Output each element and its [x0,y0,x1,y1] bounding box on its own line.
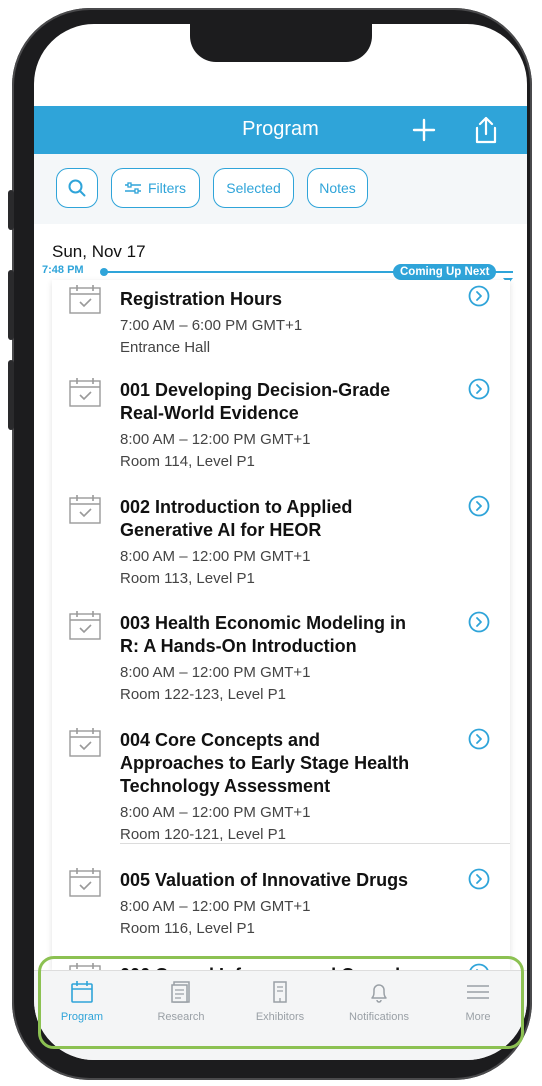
search-icon [68,179,86,197]
open-session-chevron-icon[interactable] [468,378,490,400]
tab-notifications[interactable]: Notifications [339,979,419,1039]
filters-button[interactable]: Filters [111,168,200,208]
session-title-line: Real-World Evidence [120,403,299,423]
session-title-line: 001 Developing Decision-Grade [120,380,391,400]
session-time: 8:00 AM – 12:00 PM GMT+1 [120,664,311,681]
open-session-chevron-icon[interactable] [468,728,490,750]
list-divider [120,843,510,844]
open-session-chevron-icon[interactable] [468,868,490,890]
notes-button[interactable]: Notes [307,168,368,208]
session-title: 004 Core Concepts and Approaches to Early… [120,729,450,798]
session-title-line: 002 Introduction to Applied [120,497,353,517]
session-time: 8:00 AM – 12:00 PM GMT+1 [120,804,311,821]
session-title-line: 005 Valuation of Innovative Drugs [120,870,409,890]
calendar-check-icon[interactable] [69,284,101,314]
filter-toolbar: Filters Selected Notes [34,154,527,224]
calendar-icon [70,979,94,1005]
page-title: Program [242,118,319,140]
session-title: 003 Health Economic Modeling in R: A Hand… [120,612,450,658]
notes-label: Notes [319,180,356,196]
phone-screen: Program Filters Selected Notes Sun, Nov … [34,24,527,1060]
side-button-volume-down [8,360,14,430]
calendar-check-icon[interactable] [69,494,101,524]
tab-label: Program [60,1011,104,1023]
session-title-line: Registration Hours [120,289,283,309]
open-session-chevron-icon[interactable] [468,495,490,517]
booth-icon [271,979,289,1005]
app-header: Program [34,106,527,154]
session-location: Entrance Hall [120,339,211,356]
calendar-check-icon[interactable] [69,867,101,897]
tab-program[interactable]: Program [42,979,122,1039]
side-button-volume-up [8,270,14,340]
bell-icon [368,979,390,1005]
session-location: Room 113, Level P1 [120,570,255,587]
session-location: Room 116, Level P1 [120,920,255,937]
session-location: Room 120-121, Level P1 [120,826,286,843]
selected-button[interactable]: Selected [213,168,294,208]
side-button-mute [8,190,14,230]
tab-more[interactable]: More [438,979,518,1039]
document-icon [170,979,192,1005]
session-title-line: 003 Health Economic Modeling in [120,613,407,633]
sliders-icon [124,182,141,194]
selected-label: Selected [226,180,281,196]
session-title: 001 Developing Decision-Grade Real-World … [120,379,450,425]
open-session-chevron-icon[interactable] [468,611,490,633]
bottom-tab-bar: Program Research Exhibitors Notifications Mo… [34,970,527,1060]
session-title: 002 Introduction to Applied Generative AI… [120,496,450,542]
add-icon[interactable] [408,114,440,146]
session-location: Room 122-123, Level P1 [120,686,286,703]
tab-label: Notifications [349,1011,409,1023]
session-time: 8:00 AM – 12:00 PM GMT+1 [120,898,311,915]
session-title-line: Technology Assessment [120,776,331,796]
time-dot [100,268,108,276]
tab-label: Exhibitors [255,1011,305,1023]
search-button[interactable] [56,168,98,208]
filters-label: Filters [147,180,187,196]
session-title-line: R: A Hands-On Introduction [120,636,357,656]
notch [190,24,372,62]
open-session-chevron-icon[interactable] [468,963,490,970]
session-title-line: Generative AI for HEOR [120,520,322,540]
calendar-check-icon[interactable] [69,377,101,407]
tab-label: More [465,1011,491,1023]
session-time: 8:00 AM – 12:00 PM GMT+1 [120,431,311,448]
session-time: 8:00 AM – 12:00 PM GMT+1 [120,548,311,565]
share-icon[interactable] [470,114,502,146]
menu-icon [465,979,491,1005]
session-title-line: 004 Core Concepts and [120,730,321,750]
session-location: Room 114, Level P1 [120,453,255,470]
session-list[interactable]: Registration Hours 7:00 AM – 6:00 PM GMT+… [52,280,510,970]
date-heading: Sun, Nov 17 [52,242,146,261]
current-time: 7:48 PM [42,264,84,276]
calendar-check-icon[interactable] [69,962,101,970]
calendar-check-icon[interactable] [69,727,101,757]
tab-exhibitors[interactable]: Exhibitors [240,979,320,1039]
session-time: 7:00 AM – 6:00 PM GMT+1 [120,317,303,334]
session-title-line: Approaches to Early Stage Health [120,753,410,773]
coming-up-next-badge: Coming Up Next [393,264,497,280]
tab-research[interactable]: Research [141,979,221,1039]
calendar-check-icon[interactable] [69,610,101,640]
open-session-chevron-icon[interactable] [468,285,490,307]
tab-label: Research [157,1011,205,1023]
current-time-indicator: 7:48 PM Coming Up Next [34,264,527,284]
session-title: Registration Hours [120,288,450,311]
session-title: 005 Valuation of Innovative Drugs [120,869,450,892]
